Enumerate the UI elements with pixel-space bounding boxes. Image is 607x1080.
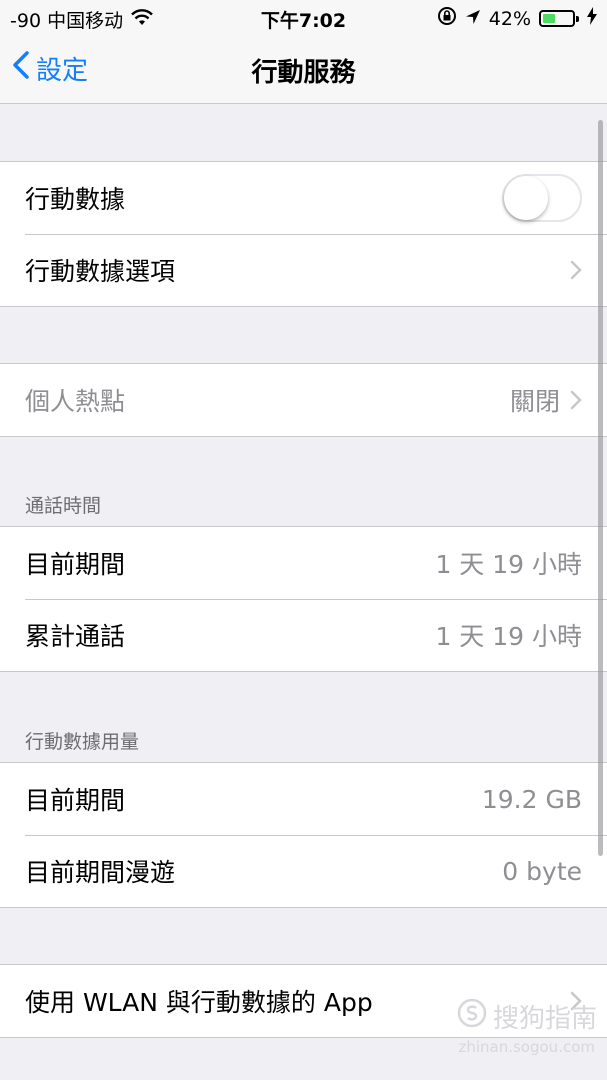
watermark-text: 搜狗指南 [492,1004,597,1034]
call-current-period-value: 1 天 19 小時 [435,550,582,579]
chevron-right-icon [570,260,582,280]
battery-percent: 42% [488,7,531,30]
call-current-period-row: 目前期間 1 天 19 小時 [0,527,607,599]
cellular-data-label: 行動數據 [25,185,126,214]
sogou-logo-icon [457,998,487,1035]
page-title: 行動服務 [251,58,356,88]
status-right: 42% [437,6,597,31]
location-arrow-icon [465,8,481,30]
data-usage-header: 行動數據用量 [25,731,140,753]
cellular-data-group: 行動數據 行動數據選項 [0,161,607,307]
cellular-data-options-row[interactable]: 行動數據選項 [0,234,607,306]
data-usage-group: 目前期間 19.2 GB 目前期間漫遊 0 byte [0,762,607,908]
hotspot-group: 個人熱點 關閉 [0,363,607,437]
personal-hotspot-row[interactable]: 個人熱點 關閉 [0,364,607,436]
navigation-bar: 設定 行動服務 [0,36,607,104]
data-current-period-row: 目前期間 19.2 GB [0,763,607,835]
charging-bolt-icon [587,7,597,30]
chevron-right-icon [570,390,582,410]
data-current-period-value: 19.2 GB [481,784,582,814]
call-current-period-label: 目前期間 [25,550,126,579]
watermark-url: zhinan.sogou.com [458,1038,595,1056]
scroll-indicator[interactable] [598,120,603,856]
call-time-header: 通話時間 [25,495,102,517]
data-roaming-label: 目前期間漫遊 [25,858,176,887]
toggle-knob [504,176,548,220]
rotation-lock-icon [437,6,457,31]
call-lifetime-label: 累計通話 [25,622,126,651]
call-time-group: 目前期間 1 天 19 小時 累計通話 1 天 19 小時 [0,526,607,672]
cellular-data-row: 行動數據 [0,162,607,234]
cellular-data-options-label: 行動數據選項 [25,257,176,286]
watermark: 搜狗指南 [457,998,597,1035]
call-lifetime-row: 累計通話 1 天 19 小時 [0,599,607,671]
data-roaming-row: 目前期間漫遊 0 byte [0,835,607,907]
call-lifetime-value: 1 天 19 小時 [435,622,582,651]
status-bar: -90 中国移动 下午7:02 42% [0,0,607,36]
personal-hotspot-value: 關閉 [509,387,560,416]
data-current-period-label: 目前期間 [25,786,126,815]
personal-hotspot-label: 個人熱點 [25,387,126,416]
cellular-data-toggle[interactable] [502,174,582,222]
battery-icon [539,10,579,27]
data-roaming-value: 0 byte [502,856,582,886]
